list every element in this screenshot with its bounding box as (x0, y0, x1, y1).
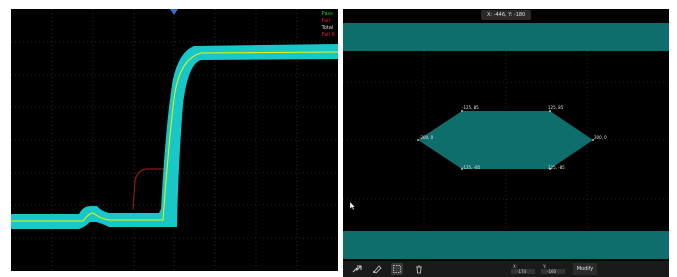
y-field-value[interactable]: -160 (541, 269, 565, 274)
waveform-display (11, 9, 338, 271)
vertex-label-right: 200, 0 (594, 135, 607, 140)
mouse-pointer-icon (350, 202, 356, 210)
modify-button[interactable]: Modify (573, 263, 597, 275)
vertex-label-bottom-left: -125, -85 (462, 165, 481, 170)
vertex-label-top-right: 125, 85 (548, 105, 564, 110)
mask-envelope (11, 44, 338, 229)
x-field-value[interactable]: -174 (511, 269, 535, 274)
mask-editor-panel: X: -446, Y: -180 -125, 85 125, 85 -200, … (343, 9, 669, 277)
scope-waveform-panel: Pass Fail Total Fail R (11, 9, 338, 271)
vertex-label-top-left: -125, 85 (462, 105, 479, 110)
cursor-coordinate-readout: X: -446, Y: -180 (481, 10, 532, 20)
legend-pass: Pass (321, 11, 333, 17)
select-box-icon[interactable] (391, 263, 403, 275)
legend-total: Total (321, 25, 334, 31)
legend-fail: Fail (321, 18, 330, 24)
mask-editor-toolbar: X: -174 Y: -160 Modify (343, 261, 669, 277)
mask-upper-band[interactable] (343, 23, 669, 51)
legend-fail-rate: Fail R (321, 32, 335, 38)
mask-lower-band[interactable] (343, 231, 669, 259)
pen-icon[interactable] (371, 263, 383, 275)
vertex-label-left: -200, 0 (419, 135, 434, 140)
mask-test-legend: Pass Fail Total Fail R (322, 11, 335, 39)
trigger-marker[interactable] (170, 9, 178, 15)
trash-icon[interactable] (413, 263, 425, 275)
mask-hexagon[interactable] (418, 111, 593, 169)
mask-canvas[interactable] (343, 9, 669, 277)
share-icon[interactable] (351, 263, 363, 275)
vertex-label-bottom-right: 125, -85 (548, 165, 565, 170)
